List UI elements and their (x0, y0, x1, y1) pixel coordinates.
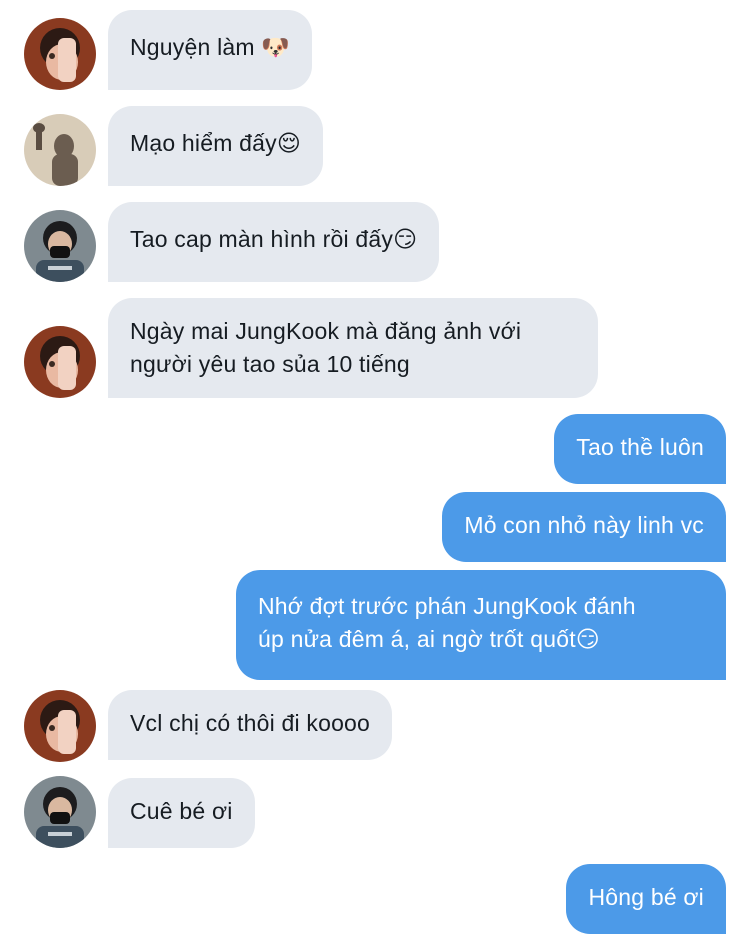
message-bubble[interactable]: Hông bé ơi (566, 864, 726, 934)
message-bubble[interactable]: Tao cap màn hình rồi đấy😏 (108, 202, 440, 282)
avatar-boy-mask[interactable] (24, 776, 96, 848)
message-bubble[interactable]: Cuê bé ơi (108, 778, 255, 848)
message-bubble[interactable]: Mạo hiểm đấy😌 (108, 106, 324, 186)
message-line: Nhớ đợt trước phán JungKook đánh (258, 593, 636, 619)
message-bubble[interactable]: Mỏ con nhỏ này linh vc (442, 492, 726, 562)
message-line: người yêu tao sủa 10 tiếng (130, 351, 410, 377)
message-bubble[interactable]: Nguyện làm 🐶 (108, 10, 313, 90)
message-text: Vcl chị có thôi đi koooo (130, 710, 371, 736)
avatar-girl-hand[interactable] (24, 326, 96, 398)
message-text: Hông bé ơi (588, 884, 704, 910)
message-text: Cuê bé ơi (130, 798, 233, 824)
message-text: Tao thề luôn (576, 434, 704, 460)
avatar-shadow-silhouette[interactable] (24, 114, 96, 186)
message-line: úp nửa đêm á, ai ngờ trốt quốt😏 (258, 626, 600, 652)
message-text: Mỏ con nhỏ này linh vc (464, 512, 704, 538)
message-bubble[interactable]: Ngày mai JungKook mà đăng ảnh với người … (108, 298, 598, 398)
message-bubble[interactable]: Nhớ đợt trước phán JungKook đánh úp nửa … (236, 570, 726, 680)
message-text: Nguyện làm 🐶 (130, 34, 291, 60)
message-text: Tao cap màn hình rồi đấy😏 (130, 226, 418, 252)
message-bubble[interactable]: Vcl chị có thôi đi koooo (108, 690, 393, 760)
chat-thread: Nguyện làm 🐶 Mạo hiểm đấy😌 Tao cap màn h… (0, 0, 750, 945)
message-line: Ngày mai JungKook mà đăng ảnh với (130, 318, 522, 344)
avatar-boy-mask[interactable] (24, 210, 96, 282)
avatar-girl-hand[interactable] (24, 18, 96, 90)
message-bubble[interactable]: Tao thề luôn (554, 414, 726, 484)
avatar-girl-hand[interactable] (24, 690, 96, 762)
message-text: Mạo hiểm đấy😌 (130, 130, 302, 156)
